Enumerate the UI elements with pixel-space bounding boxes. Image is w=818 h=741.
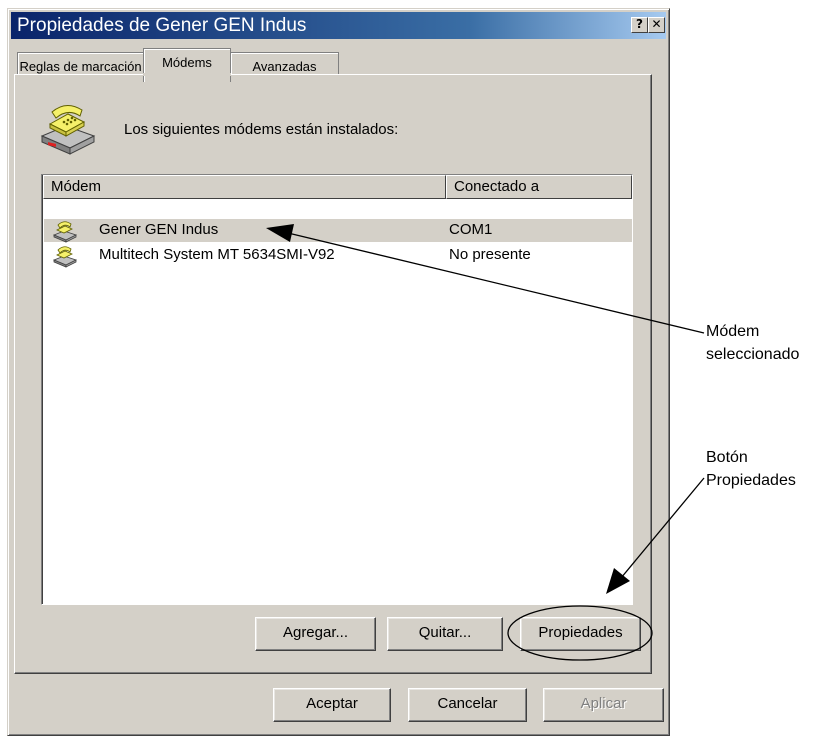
phone-modem-icon (38, 96, 98, 156)
modem-name: Gener GEN Indus (99, 221, 219, 238)
remove-button[interactable]: Quitar... (387, 617, 503, 651)
title-bar[interactable]: Propiedades de Gener GEN Indus ? ✕ (11, 12, 666, 39)
list-item-multitech[interactable]: Multitech System MT 5634SMI-V92 No prese… (44, 244, 632, 268)
ok-button[interactable]: Aceptar (273, 688, 391, 722)
column-header-connected-to[interactable]: Conectado a (446, 175, 632, 199)
properties-button[interactable]: Propiedades (520, 617, 641, 651)
installed-modems-label: Los siguientes módems están instalados: (124, 121, 399, 138)
window-title: Propiedades de Gener GEN Indus (17, 15, 307, 36)
apply-button: Aplicar (543, 688, 664, 722)
column-header-modem[interactable]: Módem (43, 175, 446, 199)
callout-properties-button: Botón Propiedades (706, 446, 796, 492)
cancel-button[interactable]: Cancelar (408, 688, 527, 722)
modem-name: Multitech System MT 5634SMI-V92 (99, 246, 335, 263)
modem-icon (52, 244, 78, 268)
modem-list[interactable]: Módem Conectado a Gener GEN Indus COM1 M… (41, 174, 633, 605)
active-tab-join (143, 73, 231, 76)
callout-selected-modem-line1: Módem (706, 323, 760, 340)
close-button[interactable]: ✕ (648, 17, 665, 33)
list-item-gener-gen-indus[interactable]: Gener GEN Indus COM1 (44, 219, 632, 243)
tab-modems[interactable]: Módems (143, 48, 231, 82)
help-button[interactable]: ? (631, 17, 648, 33)
callout-properties-button-line2: Propiedades (706, 472, 796, 489)
modem-port: No presente (449, 246, 531, 263)
add-button[interactable]: Agregar... (255, 617, 376, 651)
modem-icon (52, 219, 78, 243)
callout-selected-modem: Módem seleccionado (706, 320, 799, 366)
modem-port: COM1 (449, 221, 493, 238)
callout-selected-modem-line2: seleccionado (706, 346, 800, 363)
callout-properties-button-line1: Botón (706, 449, 748, 466)
